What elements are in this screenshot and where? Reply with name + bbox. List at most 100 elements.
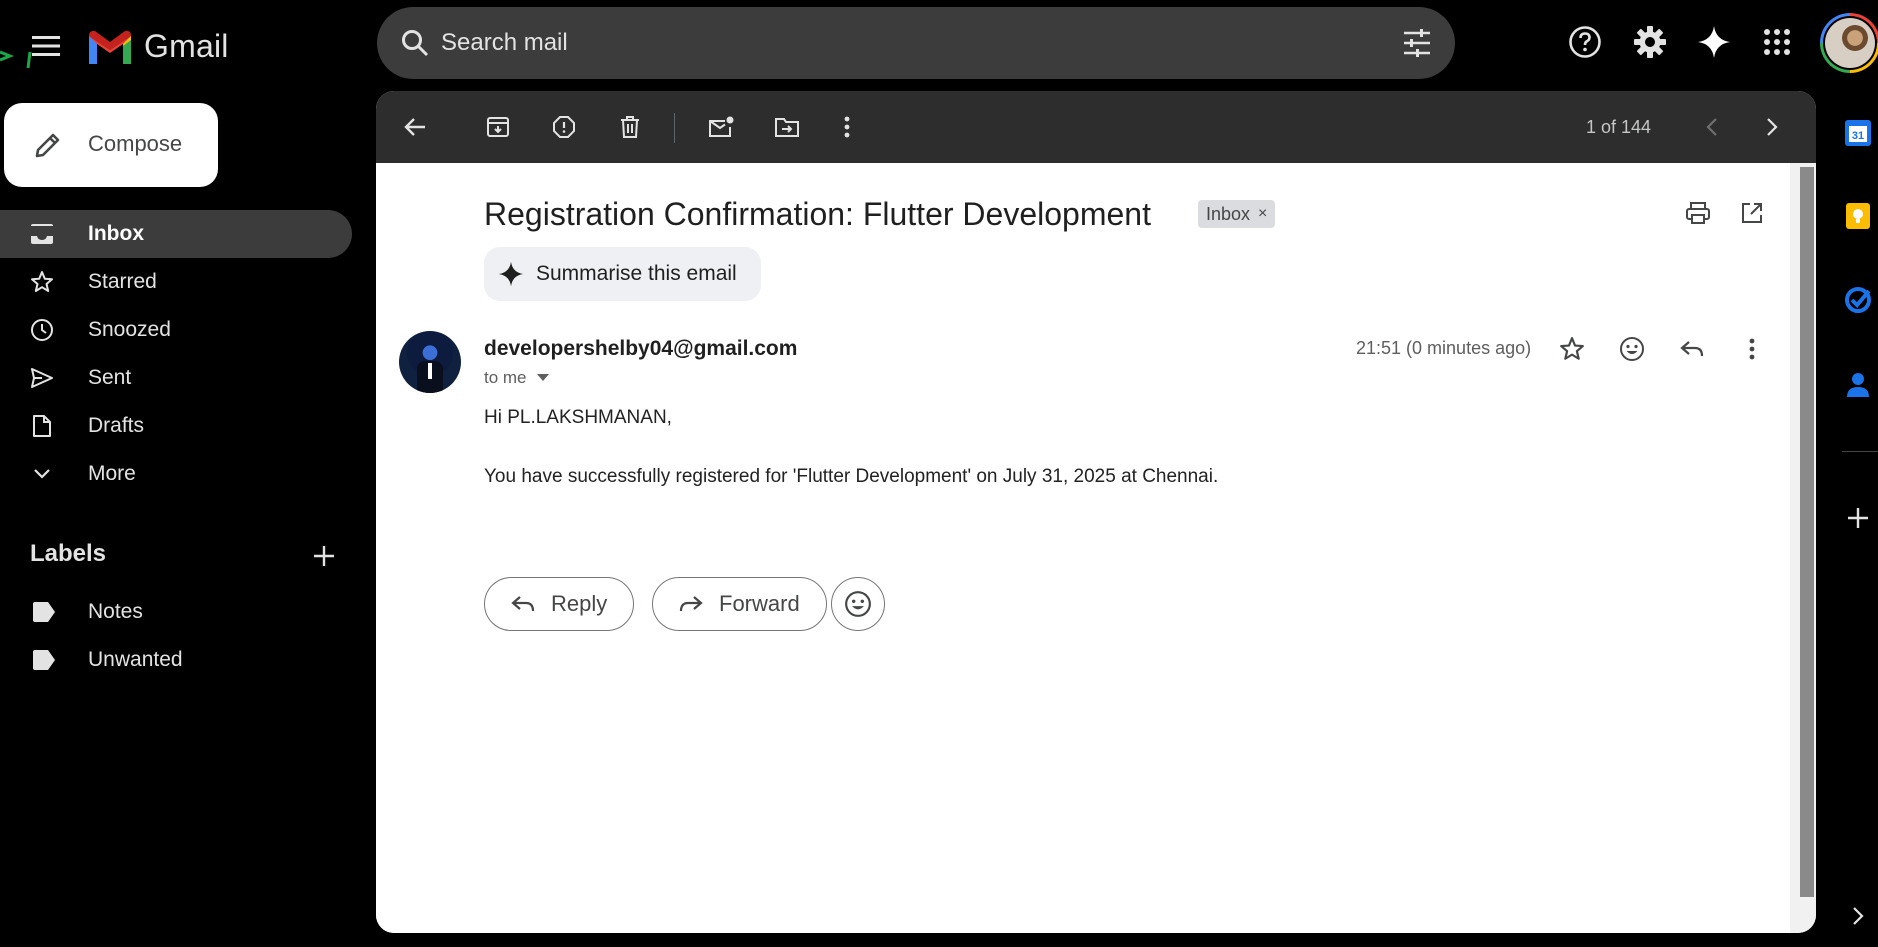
back-button[interactable] xyxy=(395,107,435,147)
emoji-icon xyxy=(1620,337,1644,361)
newer-button[interactable] xyxy=(1692,107,1732,147)
keep-icon xyxy=(1846,203,1870,229)
support-button[interactable] xyxy=(1561,18,1609,66)
chevron-right-icon xyxy=(1853,907,1864,925)
sidebar-item-label: Sent xyxy=(88,366,132,389)
mark-unread-icon xyxy=(709,116,734,137)
compose-button[interactable]: Compose xyxy=(4,103,218,187)
mark-unread-button[interactable] xyxy=(701,107,741,147)
search-input[interactable] xyxy=(441,21,1341,65)
summarise-label: Summarise this email xyxy=(536,262,737,285)
sender-avatar[interactable] xyxy=(399,331,461,393)
sidebar-item-label: More xyxy=(88,462,136,485)
remove-label-icon[interactable]: × xyxy=(1258,205,1267,223)
emoji-icon xyxy=(845,591,871,617)
clock-icon xyxy=(31,319,53,341)
tune-icon xyxy=(1404,29,1430,57)
keep-app-button[interactable] xyxy=(1838,196,1878,236)
account-avatar[interactable] xyxy=(1820,13,1878,73)
search-options-button[interactable] xyxy=(1399,25,1435,61)
reply-button[interactable] xyxy=(1670,327,1714,371)
sidebar-item-more[interactable]: More xyxy=(0,450,352,498)
expand-side-panel-button[interactable] xyxy=(1838,896,1878,936)
sidebar-item-label: Inbox xyxy=(88,222,144,245)
label-item-notes[interactable]: Notes xyxy=(0,588,352,636)
email-greeting: Hi PL.LAKSHMANAN, xyxy=(484,407,672,428)
scrollbar-thumb[interactable] xyxy=(1800,167,1814,897)
reply-icon xyxy=(511,596,535,612)
open-new-window-button[interactable] xyxy=(1734,195,1770,231)
chevron-right-icon xyxy=(1767,118,1778,136)
gmail-window: Gmail Search mail Compose Inbox Starred … xyxy=(0,0,1878,947)
plus-icon xyxy=(1848,508,1868,528)
more-actions-button[interactable] xyxy=(827,107,867,147)
recipient-details[interactable]: to me xyxy=(484,368,549,388)
help-icon xyxy=(1569,26,1601,58)
apps-button[interactable] xyxy=(1753,18,1801,66)
gear-icon xyxy=(1634,26,1666,58)
plus-icon xyxy=(314,546,334,566)
inbox-label-chip[interactable]: Inbox × xyxy=(1198,200,1276,228)
sidebar-item-drafts[interactable]: Drafts xyxy=(0,402,352,450)
contacts-app-button[interactable] xyxy=(1838,364,1878,404)
sparkle-icon xyxy=(498,261,524,287)
apps-grid-icon xyxy=(1764,29,1790,55)
tasks-app-button[interactable] xyxy=(1838,280,1878,320)
toolbar-divider xyxy=(674,113,675,143)
star-message-button[interactable] xyxy=(1550,327,1594,371)
label-icon xyxy=(33,650,55,670)
message-time: 21:51 (0 minutes ago) xyxy=(1356,338,1532,358)
app-name: Gmail xyxy=(144,27,229,64)
gmail-logo[interactable]: Gmail xyxy=(86,22,229,70)
chip-label: Inbox xyxy=(1206,203,1251,224)
more-vert-icon xyxy=(1749,338,1755,360)
archive-button[interactable] xyxy=(478,107,518,147)
sidebar-item-snoozed[interactable]: Snoozed xyxy=(0,306,352,354)
move-to-button[interactable] xyxy=(767,107,807,147)
report-spam-button[interactable] xyxy=(544,107,584,147)
message-more-button[interactable] xyxy=(1730,327,1774,371)
search-button[interactable] xyxy=(397,25,433,61)
forward-icon xyxy=(679,596,703,612)
search-bar[interactable] xyxy=(377,7,1455,79)
print-icon xyxy=(1686,202,1710,224)
sparkle-icon xyxy=(1698,26,1730,58)
gemini-button[interactable] xyxy=(1690,18,1738,66)
create-label-button[interactable] xyxy=(306,538,342,574)
send-icon xyxy=(31,368,53,388)
forward-pill-button[interactable]: Forward xyxy=(652,577,827,631)
get-addons-button[interactable] xyxy=(1838,498,1878,538)
sidebar-item-starred[interactable]: Starred xyxy=(0,258,352,306)
sidebar-item-inbox[interactable]: Inbox xyxy=(0,210,352,258)
pencil-icon xyxy=(35,133,60,158)
label-icon xyxy=(33,602,55,622)
sidebar-item-sent[interactable]: Sent xyxy=(0,354,352,402)
label-item-unwanted[interactable]: Unwanted xyxy=(0,636,352,684)
recipient-text: to me xyxy=(484,368,527,387)
calendar-icon: 31 xyxy=(1845,120,1871,146)
summarise-email-button[interactable]: Summarise this email xyxy=(484,247,761,301)
older-button[interactable] xyxy=(1752,107,1792,147)
reply-pill-button[interactable]: Reply xyxy=(484,577,635,631)
delete-button[interactable] xyxy=(610,107,650,147)
add-reaction-button[interactable] xyxy=(1610,327,1654,371)
calendar-app-button[interactable]: 31 xyxy=(1838,113,1878,153)
draft-icon xyxy=(33,415,51,437)
message-content: Registration Confirmation: Flutter Devel… xyxy=(376,163,1790,933)
report-icon xyxy=(553,116,575,138)
print-button[interactable] xyxy=(1680,195,1716,231)
chevron-down-icon xyxy=(34,469,50,479)
chevron-left-icon xyxy=(1706,118,1717,136)
main-menu-button[interactable] xyxy=(22,22,70,70)
star-icon xyxy=(31,271,53,292)
react-emoji-button[interactable] xyxy=(831,577,885,631)
label-name: Notes xyxy=(88,600,143,623)
svg-text:31: 31 xyxy=(1852,130,1864,142)
settings-button[interactable] xyxy=(1626,18,1674,66)
email-body-text: You have successfully registered for 'Fl… xyxy=(484,466,1219,487)
top-bar: Gmail xyxy=(0,0,1878,88)
sender-email[interactable]: developershelby04@gmail.com xyxy=(484,337,797,361)
sidebar-item-label: Starred xyxy=(88,270,157,293)
archive-icon xyxy=(487,117,509,137)
hamburger-icon xyxy=(32,36,60,56)
